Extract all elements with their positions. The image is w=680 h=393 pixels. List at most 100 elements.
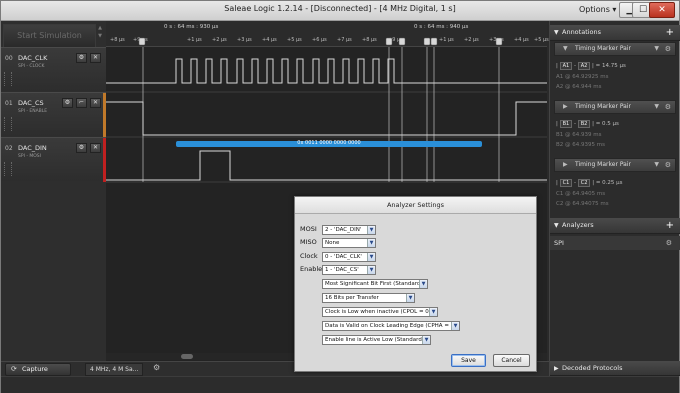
session-gear-icon[interactable]: ⚙ bbox=[153, 363, 160, 372]
cpol-value: Clock is Low when inactive (CPOL = 0) bbox=[325, 309, 431, 315]
filter-icon[interactable]: ▼ bbox=[654, 159, 659, 171]
marker-pair-header-a[interactable]: ▼ Timing Marker Pair ▼ ⚙ bbox=[554, 42, 676, 56]
marker-b-box[interactable]: C2 bbox=[577, 179, 591, 187]
bit-order-select[interactable]: Most Significant Bit First (Standard) ▼ bbox=[322, 279, 428, 289]
marker-pair-header-c[interactable]: ▶ Timing Marker Pair ▼ ⚙ bbox=[554, 158, 676, 172]
decoded-protocols-header[interactable]: ▶ Decoded Protocols bbox=[550, 361, 680, 376]
marker-flags[interactable] bbox=[106, 21, 547, 47]
expand-arrow-icon[interactable]: ▶ bbox=[563, 101, 568, 113]
trigger-icon[interactable]: ⌐ bbox=[76, 98, 87, 108]
dropdown-arrow-icon[interactable]: ▼ bbox=[419, 280, 427, 288]
collapse-triangle-icon[interactable]: ▼ bbox=[554, 218, 559, 233]
enable-label: Enable bbox=[300, 265, 323, 273]
capture-button[interactable]: ⟳ Capture bbox=[5, 363, 71, 376]
capture-icon: ⟳ bbox=[11, 365, 17, 373]
marker-pair-title: Timing Marker Pair bbox=[575, 161, 631, 168]
dropdown-arrow-icon[interactable]: ▼ bbox=[422, 336, 430, 344]
gear-icon[interactable]: ⚙ bbox=[665, 43, 671, 55]
analyzer-name: SPI bbox=[554, 239, 564, 247]
channel-row-1[interactable]: 01 DAC_CS SPI - ENABLE ⚙ ⌐ ✕ bbox=[1, 92, 106, 137]
channel-number: 01 bbox=[5, 100, 13, 107]
decode-value: 0x 0011 0000 0000 0000 bbox=[297, 140, 361, 146]
miso-value: None bbox=[325, 240, 340, 246]
close-button[interactable]: ✕ bbox=[649, 2, 675, 18]
dropdown-arrow-icon[interactable]: ▼ bbox=[367, 266, 375, 274]
marker-value: @ 64.9395 ms bbox=[565, 142, 605, 148]
marker-a-box[interactable]: B1 bbox=[559, 120, 573, 128]
channel-remove-icon[interactable]: ✕ bbox=[90, 143, 101, 153]
enable-select[interactable]: 1 - 'DAC_CS' ▼ bbox=[322, 265, 376, 275]
expand-arrow-icon[interactable]: ▶ bbox=[563, 159, 568, 171]
marker-value: @ 64.9405 ms bbox=[565, 191, 606, 197]
enable-polarity-select[interactable]: Enable line is Active Low (Standard) ▼ bbox=[322, 335, 431, 345]
marker-value: @ 64.944 ms bbox=[565, 84, 602, 90]
channel-remove-icon[interactable]: ✕ bbox=[90, 53, 101, 63]
channel-panel: Start Simulation ▲ ▼ 00 DAC_CLK SPI - CLO… bbox=[1, 21, 106, 361]
scroll-thumb[interactable] bbox=[181, 354, 193, 359]
clock-label: Clock bbox=[300, 252, 318, 260]
start-stepper[interactable]: ▲ ▼ bbox=[96, 24, 104, 48]
cs-waveform bbox=[106, 101, 547, 136]
session-tab[interactable]: 4 MHz, 4 M Sa... bbox=[85, 363, 143, 376]
channel-row-2[interactable]: 02 DAC_DIN SPI - MOSI ⚙ ✕ bbox=[1, 137, 106, 182]
marker-pair-delta: | B1 - B2 | = 0.5 μs bbox=[556, 120, 619, 128]
dropdown-arrow-icon[interactable]: ▼ bbox=[367, 226, 375, 234]
marker-pair-header-b[interactable]: ▶ Timing Marker Pair ▼ ⚙ bbox=[554, 100, 676, 114]
drag-handle-icon[interactable] bbox=[4, 117, 12, 131]
annotations-header[interactable]: ▼ Annotations + bbox=[550, 25, 680, 41]
channel-settings-gear-icon[interactable]: ⚙ bbox=[76, 53, 87, 63]
mosi-select[interactable]: 2 - 'DAC_DIN' ▼ bbox=[322, 225, 376, 235]
dropdown-arrow-icon[interactable]: ▼ bbox=[367, 253, 375, 261]
expand-arrow-icon[interactable]: ▼ bbox=[563, 43, 568, 55]
marker-second-row: C2 @ 64.94075 ms bbox=[556, 201, 609, 207]
channel-name[interactable]: DAC_CLK bbox=[18, 54, 47, 62]
start-simulation-button[interactable]: Start Simulation bbox=[3, 24, 96, 48]
gear-icon[interactable]: ⚙ bbox=[665, 159, 671, 171]
channel-remove-icon[interactable]: ✕ bbox=[90, 98, 101, 108]
cpol-select[interactable]: Clock is Low when inactive (CPOL = 0) ▼ bbox=[322, 307, 438, 317]
marker-b-box[interactable]: B2 bbox=[577, 120, 591, 128]
delta-value: = 0.25 μs bbox=[595, 180, 623, 186]
filter-icon[interactable]: ▼ bbox=[654, 43, 659, 55]
marker-value: @ 64.94075 ms bbox=[565, 201, 609, 207]
channel-settings-gear-icon[interactable]: ⚙ bbox=[76, 143, 87, 153]
time-ruler[interactable]: 0 s : 64 ms : 930 μs 0 s : 64 ms : 940 μ… bbox=[106, 21, 549, 47]
collapse-triangle-icon[interactable]: ▼ bbox=[554, 25, 559, 40]
dropdown-arrow-icon[interactable]: ▼ bbox=[451, 322, 459, 330]
dropdown-arrow-icon[interactable]: ▼ bbox=[406, 294, 414, 302]
analyzer-item-spi[interactable]: SPI ⚙ bbox=[550, 236, 680, 250]
marker-a-box[interactable]: C1 bbox=[559, 179, 573, 187]
save-button[interactable]: Save bbox=[451, 354, 486, 367]
bits-per-transfer-select[interactable]: 16 Bits per Transfer ▼ bbox=[322, 293, 415, 303]
dropdown-arrow-icon[interactable]: ▼ bbox=[429, 308, 437, 316]
analyzers-header[interactable]: ▼ Analyzers + bbox=[550, 218, 680, 234]
filter-icon[interactable]: ▼ bbox=[654, 101, 659, 113]
decoded-protocols-title: Decoded Protocols bbox=[562, 364, 623, 372]
drag-handle-icon[interactable] bbox=[4, 162, 12, 176]
channel-name[interactable]: DAC_DIN bbox=[18, 144, 47, 152]
analyzers-title: Analyzers bbox=[562, 221, 594, 229]
add-analyzer-plus-icon[interactable]: + bbox=[666, 218, 674, 233]
app-window: Saleae Logic 1.2.14 - [Disconnected] - [… bbox=[0, 0, 680, 393]
marker-value: @ 64.939 ms bbox=[565, 132, 602, 138]
expand-triangle-icon[interactable]: ▶ bbox=[554, 361, 559, 376]
add-annotation-plus-icon[interactable]: + bbox=[666, 25, 674, 40]
cpha-select[interactable]: Data is Valid on Clock Leading Edge (CPH… bbox=[322, 321, 460, 331]
marker-pair-title: Timing Marker Pair bbox=[575, 45, 631, 52]
channel-name[interactable]: DAC_CS bbox=[18, 99, 44, 107]
clock-select[interactable]: 0 - 'DAC_CLK' ▼ bbox=[322, 252, 376, 262]
bit-order-value: Most Significant Bit First (Standard) bbox=[325, 281, 423, 287]
miso-select[interactable]: None ▼ bbox=[322, 238, 376, 248]
channel-row-0[interactable]: 00 DAC_CLK SPI - CLOCK ⚙ ✕ bbox=[1, 47, 106, 91]
analyzer-settings-dialog: Analyzer Settings MOSI 2 - 'DAC_DIN' ▼ MI… bbox=[294, 196, 537, 372]
gear-icon[interactable]: ⚙ bbox=[665, 101, 671, 113]
marker-b-box[interactable]: A2 bbox=[577, 62, 591, 70]
clk-waveform bbox=[106, 58, 547, 84]
marker-a-box[interactable]: A1 bbox=[559, 62, 573, 70]
drag-handle-icon[interactable] bbox=[4, 72, 12, 86]
options-menu[interactable]: Options ▾ bbox=[579, 5, 616, 14]
cancel-button[interactable]: Cancel bbox=[493, 354, 530, 367]
dropdown-arrow-icon[interactable]: ▼ bbox=[367, 239, 375, 247]
channel-settings-gear-icon[interactable]: ⚙ bbox=[62, 98, 73, 108]
gear-icon[interactable]: ⚙ bbox=[666, 236, 672, 250]
